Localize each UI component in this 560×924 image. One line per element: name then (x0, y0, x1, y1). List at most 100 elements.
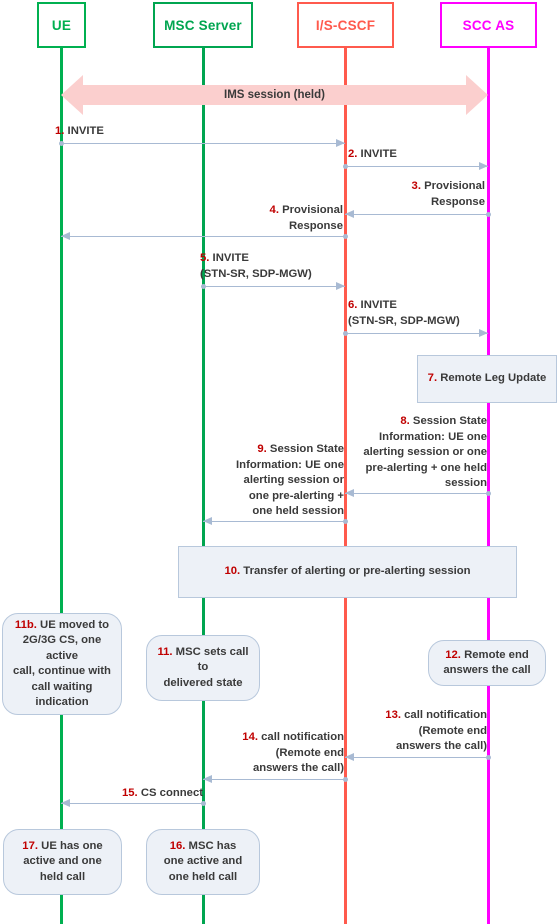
message-number-m6: 6. (348, 299, 358, 311)
note-text-n17: 17. UE has one active and one held call (22, 839, 102, 886)
message-arrowhead-m13 (345, 753, 354, 761)
note-text-n11b: 11b. UE moved to 2G/3G CS, one active ca… (9, 618, 115, 711)
note-box-n11b[interactable]: 11b. UE moved to 2G/3G CS, one active ca… (2, 613, 122, 715)
note-text-n11: 11. MSC sets call to delivered state (153, 645, 253, 692)
message-label-m1: 1. INVITE (55, 124, 255, 140)
message-number-m2: 2. (348, 148, 358, 160)
message-origin-dot-m4 (342, 234, 348, 239)
message-arrowhead-m4 (61, 232, 70, 240)
message-arrowhead-m14 (203, 775, 212, 783)
message-text-m3: Provisional Response (424, 180, 485, 208)
note-number-n17: 17. (22, 839, 39, 852)
note-box-n16[interactable]: 16. MSC has one active and one held call (146, 829, 260, 895)
message-line-m8 (345, 493, 488, 494)
note-body-n7: Remote Leg Update (437, 372, 547, 385)
message-label-m14: 14. call notification (Remote end answer… (212, 730, 344, 777)
message-line-m6 (345, 333, 488, 334)
message-text-m9: Session State Information: UE one alerti… (236, 443, 344, 517)
actor-box-msc[interactable]: MSC Server (153, 2, 253, 48)
ims-session-band: IMS session (held) (61, 75, 488, 115)
message-line-m15 (61, 803, 203, 804)
message-line-m14 (203, 779, 345, 780)
message-arrowhead-m6 (479, 329, 488, 337)
message-number-m15: 15. (121, 787, 138, 799)
message-text-m14: call notification (Remote end answers th… (252, 731, 344, 774)
ims-session-arrow-shape (61, 75, 488, 115)
message-origin-dot-m2 (342, 164, 348, 169)
message-label-m9: 9. Session State Information: UE one ale… (210, 442, 344, 520)
message-label-m2: 2. INVITE (348, 147, 538, 163)
message-origin-dot-m6 (342, 331, 348, 336)
message-label-m3: 3. Provisional Response (350, 179, 485, 210)
actor-label-ue: UE (51, 17, 72, 33)
actor-box-scc[interactable]: SCC AS (440, 2, 537, 48)
message-label-m8: 8. Session State Information: UE one ale… (353, 414, 487, 492)
message-text-m8: Session State Information: UE one alerti… (363, 415, 487, 489)
note-box-n10[interactable]: 10. Transfer of alerting or pre-alerting… (178, 546, 517, 598)
message-arrowhead-m15 (61, 799, 70, 807)
message-text-m15: CS connect (137, 787, 203, 799)
message-arrowhead-m2 (479, 162, 488, 170)
message-text-m13: call notification (Remote end answers th… (395, 709, 487, 752)
message-text-m1: INVITE (64, 125, 104, 137)
message-line-m4 (61, 236, 345, 237)
message-label-m4: 4. Provisional Response (208, 203, 343, 234)
note-text-n16: 16. MSC has one active and one held call (164, 839, 242, 886)
message-text-m2: INVITE (357, 148, 397, 160)
note-number-n16: 16. (169, 839, 186, 852)
note-text-n7: 7. Remote Leg Update (428, 371, 547, 387)
note-number-n11: 11. (157, 645, 173, 658)
message-line-m1 (61, 143, 345, 144)
message-number-m3: 3. (411, 180, 421, 192)
message-text-m4: Provisional Response (282, 204, 343, 232)
actor-box-cscf[interactable]: I/S-CSCF (297, 2, 394, 48)
message-number-m9: 9. (257, 443, 267, 455)
note-number-n12: 12. (445, 648, 461, 661)
message-text-m5: INVITE (STN-SR, SDP-MGW) (200, 252, 312, 280)
message-origin-dot-m13 (485, 755, 491, 760)
note-body-n11b: UE moved to 2G/3G CS, one active call, c… (13, 618, 111, 709)
message-number-m4: 4. (269, 204, 279, 216)
note-body-n11: MSC sets call to delivered state (163, 645, 249, 689)
note-text-n10: 10. Transfer of alerting or pre-alerting… (224, 564, 470, 580)
lifeline-cscf (344, 48, 347, 924)
lifeline-ue (60, 48, 63, 924)
message-line-m9 (203, 521, 345, 522)
message-origin-dot-m8 (485, 491, 491, 496)
note-box-n7[interactable]: 7. Remote Leg Update (417, 355, 557, 403)
message-label-m5: 5. INVITE (STN-SR, SDP-MGW) (200, 251, 350, 282)
message-origin-dot-m5 (200, 284, 206, 289)
note-number-n7: 7. (427, 372, 438, 385)
message-number-m8: 8. (400, 415, 410, 427)
lifeline-scc (487, 48, 490, 924)
message-arrowhead-m3 (345, 210, 354, 218)
note-number-n10: 10. (224, 565, 241, 578)
message-number-m5: 5. (200, 252, 210, 264)
message-origin-dot-m14 (342, 777, 348, 782)
sequence-diagram-canvas: IMS session (held) UE MSC Server I/S-CSCF SC… (0, 0, 560, 924)
message-origin-dot-m9 (342, 519, 348, 524)
message-label-m6: 6. INVITE (STN-SR, SDP-MGW) (348, 298, 508, 329)
message-text-m6: INVITE (STN-SR, SDP-MGW) (348, 299, 460, 327)
message-number-m13: 13. (385, 709, 401, 721)
message-arrowhead-m5 (336, 282, 345, 290)
actor-box-ue[interactable]: UE (37, 2, 86, 48)
message-line-m3 (345, 214, 488, 215)
message-line-m2 (345, 166, 488, 167)
actor-label-cscf: I/S-CSCF (315, 17, 376, 33)
message-origin-dot-m15 (200, 801, 206, 806)
note-box-n11[interactable]: 11. MSC sets call to delivered state (146, 635, 260, 701)
note-box-n17[interactable]: 17. UE has one active and one held call (3, 829, 122, 895)
note-number-n11b: 11b. (14, 618, 37, 631)
actor-label-scc: SCC AS (462, 17, 515, 33)
message-number-m14: 14. (242, 731, 258, 743)
message-line-m5 (203, 286, 345, 287)
message-origin-dot-m1 (58, 141, 64, 146)
note-text-n12: 12. Remote end answers the call (443, 648, 530, 679)
note-box-n12[interactable]: 12. Remote end answers the call (428, 640, 546, 686)
message-line-m13 (345, 757, 488, 758)
message-number-m1: 1. (55, 125, 65, 137)
actor-label-msc: MSC Server (164, 17, 242, 33)
message-label-m15: 15. CS connect (118, 786, 203, 802)
message-arrowhead-m1 (336, 139, 345, 147)
